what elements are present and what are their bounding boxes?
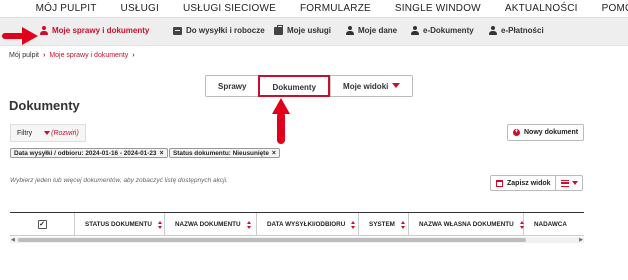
user-icon xyxy=(40,26,48,35)
sub-nav-label: e-Płatności xyxy=(501,26,544,35)
column-header-label: SYSTEM xyxy=(369,221,395,228)
column-header-label: NAZWA WŁASNA DOKUMENTU xyxy=(419,221,514,228)
filters-expand-link[interactable]: (Rozwiń) xyxy=(44,130,79,137)
top-nav-item-single-window[interactable]: SINGLE WINDOW xyxy=(383,0,493,17)
column-header-system[interactable]: SYSTEM xyxy=(359,213,409,236)
filter-chip-label: Data wysyłki / odbioru: 2024-01-16 - 202… xyxy=(14,149,157,157)
column-header-label: DATA WYSYŁKI/ODBIORU xyxy=(267,221,346,228)
annotation-arrow-right-icon xyxy=(2,27,38,45)
documents-table-header: ✓ STATUS DOKUMENTU NAZWA DOKUMENTU DATA … xyxy=(10,212,584,236)
column-menu-button[interactable] xyxy=(555,175,583,191)
breadcrumb-current: Moje sprawy i dokumenty xyxy=(49,52,129,59)
box-icon xyxy=(173,26,182,35)
scrollbar-thumb[interactable] xyxy=(18,238,526,242)
close-icon[interactable]: × xyxy=(159,150,163,157)
hamburger-icon xyxy=(560,179,569,187)
filter-chip-date: Data wysyłki / odbioru: 2024-01-16 - 202… xyxy=(10,148,168,158)
top-nav-item-pomoc[interactable]: POMOC xyxy=(590,0,628,17)
caret-down-icon xyxy=(44,131,51,135)
breadcrumb-home-link[interactable]: Mój pulpit xyxy=(9,52,39,59)
filters-toggle[interactable]: Filtry (Rozwiń) xyxy=(10,124,86,142)
filter-chip-label: Status dokumentu: Nieusunięte xyxy=(173,149,269,157)
column-header-status[interactable]: STATUS DOKUMENTU xyxy=(75,213,165,236)
column-header-label: NAZWA DOKUMENTU xyxy=(175,221,241,228)
save-view-label: Zapisz widok xyxy=(507,179,551,187)
sub-nav-item-e-dokumenty[interactable]: e-Dokumenty xyxy=(411,26,474,35)
chevron-right-icon: › xyxy=(42,52,46,59)
tab-dokumenty[interactable]: Dokumenty xyxy=(258,75,331,97)
top-nav-item-uslugi-sieciowe[interactable]: USŁUGI SIECIOWE xyxy=(171,0,288,17)
sub-nav-label: Moje usługi xyxy=(287,26,331,35)
column-header-label: STATUS DOKUMENTU xyxy=(85,221,152,228)
scroll-left-icon[interactable]: ◀ xyxy=(11,237,15,243)
top-nav-item-aktualnosci[interactable]: AKTUALNOŚCI xyxy=(493,0,590,17)
close-icon[interactable]: × xyxy=(272,150,276,157)
column-header-data[interactable]: DATA WYSYŁKI/ODBIORU xyxy=(257,213,359,236)
annotation-arrow-up-icon xyxy=(272,98,290,144)
page-title: Dokumenty xyxy=(9,98,80,113)
top-nav: MÓJ PULPIT USŁUGI USŁUGI SIECIOWE FORMUL… xyxy=(0,0,628,17)
top-nav-item-moj-pulpit[interactable]: MÓJ PULPIT xyxy=(0,0,109,17)
column-header-nadawca[interactable]: NADAWCA xyxy=(524,213,584,236)
table-horizontal-scrollbar[interactable]: ◀ ▶ xyxy=(10,237,584,243)
sort-icon xyxy=(400,220,405,229)
select-all-checkbox[interactable]: ✓ xyxy=(37,220,47,229)
select-all-cell: ✓ xyxy=(10,213,75,236)
bag-icon xyxy=(274,24,283,35)
column-header-nazwa-wlasna[interactable]: NAZWA WŁASNA DOKUMENTU xyxy=(409,213,524,236)
user-icon xyxy=(346,26,354,35)
sub-nav-item-moje-dane[interactable]: Moje dane xyxy=(346,26,397,35)
calendar-icon xyxy=(496,179,503,187)
scroll-right-icon[interactable]: ▶ xyxy=(579,237,583,243)
tab-label: Sprawy xyxy=(218,82,247,91)
sub-nav-item-e-platnosci[interactable]: e-Płatności xyxy=(489,26,544,35)
breadcrumb: Mój pulpit › Moje sprawy i dokumenty › xyxy=(9,52,135,59)
new-document-label: Nowy dokument xyxy=(524,129,579,136)
view-tabs: Sprawy Dokumenty Moje widoki xyxy=(205,75,414,97)
sort-icon xyxy=(157,220,162,229)
sub-nav-label: Do wysyłki i robocze xyxy=(186,26,265,35)
filter-chip-status: Status dokumentu: Nieusunięte × xyxy=(169,148,280,158)
sub-nav-label: Moje sprawy i dokumenty xyxy=(52,26,150,35)
column-header-label: NADAWCA xyxy=(534,221,567,228)
plus-circle-icon: + xyxy=(513,129,520,136)
caret-down-icon xyxy=(571,181,578,185)
sub-nav-item-do-wysylki[interactable]: Do wysyłki i robocze xyxy=(173,26,265,35)
sub-nav-item-moje-uslugi[interactable]: Moje usługi xyxy=(274,24,331,35)
save-view-button[interactable]: Zapisz widok xyxy=(490,175,557,191)
sub-nav: Moje sprawy i dokumenty Do wysyłki i rob… xyxy=(0,17,628,46)
sub-nav-item-moje-sprawy[interactable]: Moje sprawy i dokumenty xyxy=(40,26,149,35)
sort-icon xyxy=(351,220,356,229)
top-nav-item-formularze[interactable]: FORMULARZE xyxy=(288,0,383,17)
tab-moje-widoki[interactable]: Moje widoki xyxy=(330,76,412,96)
column-header-nazwa[interactable]: NAZWA DOKUMENTU xyxy=(165,213,257,236)
tab-label: Dokumenty xyxy=(272,83,317,92)
filters-expand-label: (Rozwiń) xyxy=(51,129,79,137)
selection-hint: Wybierz jeden lub więcej dokumentów, aby… xyxy=(10,177,228,184)
user-icon xyxy=(411,26,419,35)
sub-nav-label: Moje dane xyxy=(358,26,398,35)
sub-nav-label: e-Dokumenty xyxy=(423,26,474,35)
tab-label: Moje widoki xyxy=(343,82,389,91)
tab-sprawy[interactable]: Sprawy xyxy=(206,76,258,96)
filters-label: Filtry xyxy=(17,129,33,137)
sort-icon xyxy=(246,220,251,229)
chevron-right-icon: › xyxy=(132,52,135,59)
new-document-button[interactable]: + Nowy dokument xyxy=(507,124,585,141)
caret-down-icon xyxy=(392,83,401,88)
top-nav-item-uslugi[interactable]: USŁUGI xyxy=(109,0,171,17)
user-icon xyxy=(489,26,497,35)
